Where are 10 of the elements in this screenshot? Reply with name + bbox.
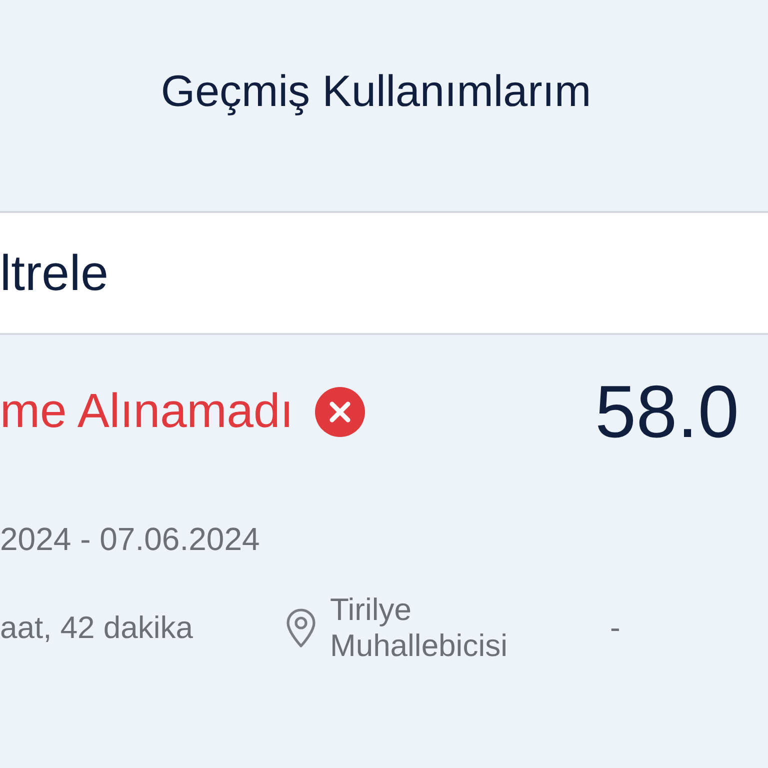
filter-bar[interactable]: ltrele bbox=[0, 211, 768, 335]
duration: aat, 42 dakika bbox=[0, 610, 194, 646]
location-pin-icon bbox=[285, 608, 317, 648]
page-title: Geçmiş Kullanımlarım bbox=[160, 66, 592, 118]
amount: 58.0 bbox=[595, 374, 740, 450]
column-value: - bbox=[610, 610, 622, 646]
location-name: Tirilye Muhallebicisi bbox=[330, 592, 508, 664]
status-text: me Alınamadı bbox=[0, 384, 294, 440]
error-icon bbox=[315, 387, 366, 437]
date-range: 2024 - 07.06.2024 bbox=[0, 520, 261, 558]
